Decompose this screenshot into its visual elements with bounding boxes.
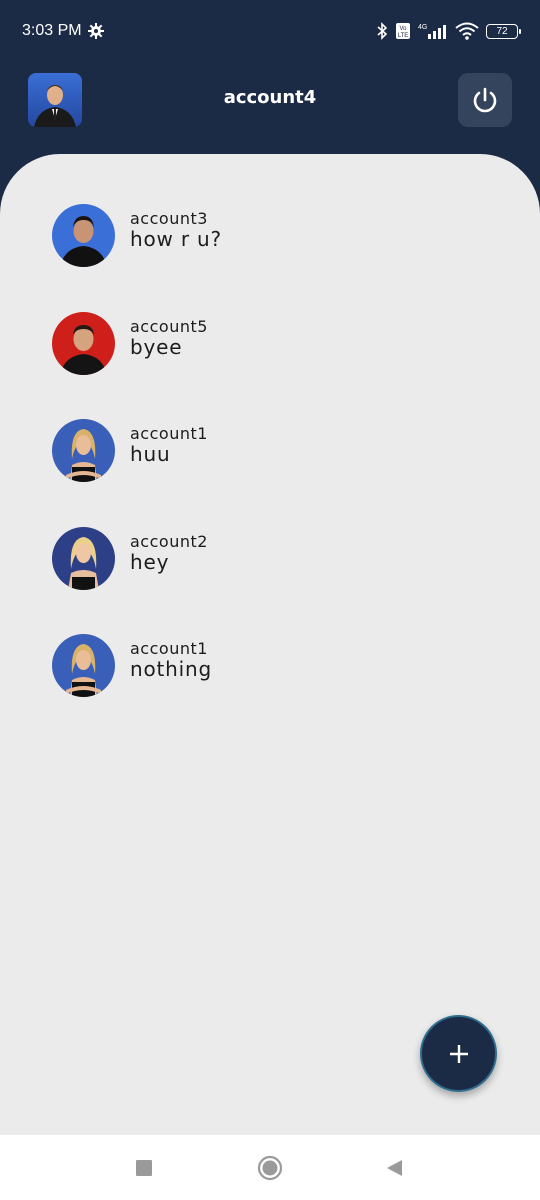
- chat-item[interactable]: account1 huu: [0, 419, 540, 527]
- back-button[interactable]: [364, 1135, 424, 1200]
- last-message: byee: [130, 334, 183, 359]
- contact-avatar: [52, 311, 115, 375]
- signal-icon: 4G: [418, 22, 448, 40]
- chat-list-container: account3 how r u? account5 byee account1…: [0, 154, 540, 1135]
- chat-text: account2 hey: [130, 533, 208, 574]
- status-left: 3:03 PM: [22, 22, 104, 40]
- circle-icon: [257, 1155, 283, 1181]
- chat-text: account1 nothing: [130, 640, 212, 681]
- status-time: 3:03 PM: [22, 22, 82, 39]
- system-nav-bar: [0, 1135, 540, 1200]
- plus-icon: [448, 1043, 470, 1065]
- svg-text:LTE: LTE: [398, 33, 409, 39]
- contact-avatar: [52, 526, 115, 590]
- svg-text:4G: 4G: [418, 24, 427, 31]
- contact-avatar: [52, 204, 115, 267]
- triangle-back-icon: [385, 1159, 403, 1177]
- contact-avatar: [52, 634, 115, 697]
- chat-item[interactable]: account5 byee: [0, 311, 540, 420]
- chat-item[interactable]: account1 nothing: [0, 634, 540, 742]
- contact-name: account1: [130, 424, 208, 443]
- contact-name: account1: [130, 639, 208, 658]
- contact-avatar: [52, 419, 115, 482]
- chat-list: account3 how r u? account5 byee account1…: [0, 204, 540, 742]
- bluetooth-icon: [376, 22, 388, 40]
- last-message: hey: [130, 549, 170, 574]
- last-message: nothing: [130, 657, 212, 681]
- chat-item[interactable]: account2 hey: [0, 526, 540, 635]
- recents-button[interactable]: [114, 1135, 174, 1200]
- contact-name: account5: [130, 316, 208, 336]
- chat-text: account3 how r u?: [130, 210, 222, 251]
- chat-item[interactable]: account3 how r u?: [0, 204, 540, 312]
- contact-name: account2: [130, 531, 208, 551]
- battery-level: 72: [496, 25, 508, 37]
- last-message: huu: [130, 442, 171, 466]
- gear-icon: [87, 23, 104, 39]
- status-right: Vo LTE 4G 72: [376, 22, 521, 40]
- contact-name: account3: [130, 209, 208, 228]
- home-button[interactable]: [240, 1135, 300, 1200]
- chat-text: account5 byee: [130, 318, 208, 359]
- battery-icon: 72: [486, 23, 521, 39]
- app-header: account4: [0, 62, 540, 157]
- wifi-icon: [455, 22, 479, 40]
- new-chat-button[interactable]: [420, 1015, 497, 1092]
- status-bar: 3:03 PM Vo LTE 4G 72: [0, 0, 540, 62]
- logout-button[interactable]: [458, 73, 512, 127]
- chat-text: account1 huu: [130, 425, 208, 466]
- volte-icon: Vo LTE: [395, 22, 411, 40]
- svg-text:Vo: Vo: [399, 26, 407, 32]
- square-icon: [135, 1159, 153, 1177]
- last-message: how r u?: [130, 227, 222, 251]
- power-icon: [470, 85, 500, 115]
